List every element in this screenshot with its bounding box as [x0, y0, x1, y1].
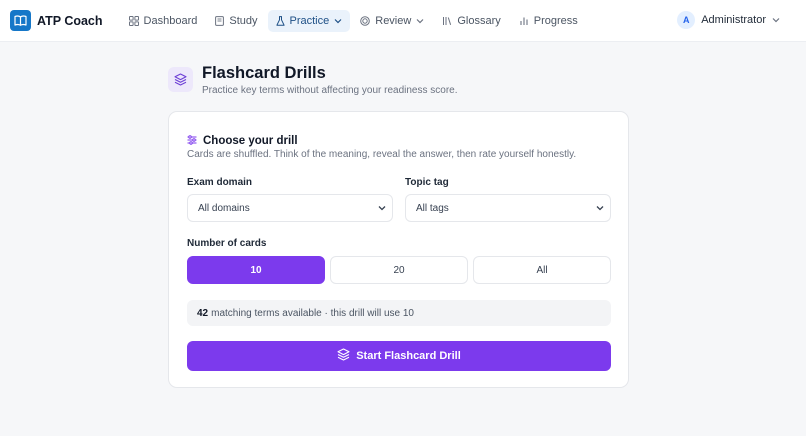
chevron-down-icon [334, 18, 342, 24]
card-title: Choose your drill [203, 135, 298, 147]
card-header: Choose your drill [187, 132, 298, 150]
brand-name: ATP Coach [37, 13, 103, 28]
matching-text: matching terms available · this drill wi… [211, 307, 414, 319]
chevron-down-icon [596, 203, 604, 214]
exam-domain-label: Exam domain [187, 177, 253, 188]
start-drill-button[interactable]: Start Flashcard Drill [187, 341, 611, 371]
start-drill-label: Start Flashcard Drill [356, 350, 461, 362]
nav-item-study[interactable]: Study [207, 10, 265, 32]
matching-count: 42 [197, 307, 209, 319]
user-menu[interactable]: A Administrator [677, 11, 780, 29]
topic-tag-select[interactable]: All tags [405, 194, 611, 222]
page-subtitle: Practice key terms without affecting you… [202, 85, 458, 96]
book-open-icon [10, 10, 31, 31]
chevron-down-icon [378, 203, 386, 214]
grid-icon [128, 15, 139, 26]
drill-card: Choose your drill Cards are shuffled. Th… [168, 111, 629, 388]
count-option-all[interactable]: All [473, 256, 611, 284]
select-value: All domains [198, 202, 250, 214]
nav-label: Progress [533, 14, 578, 27]
nav-item-review[interactable]: Review [352, 10, 432, 32]
card-count-label: Number of cards [187, 238, 267, 249]
sliders-icon [187, 132, 197, 150]
brand[interactable]: ATP Coach [10, 10, 103, 31]
nav-label: Practice [289, 14, 330, 27]
nav-item-progress[interactable]: Progress [511, 10, 586, 32]
top-nav: ATP Coach Dashboard Study Practice Revie… [0, 0, 806, 42]
count-option-10[interactable]: 10 [187, 256, 325, 284]
page-header: Flashcard Drills Practice key terms with… [168, 64, 457, 96]
target-icon [360, 15, 371, 26]
bar-chart-icon [519, 16, 529, 26]
library-icon [442, 16, 452, 26]
avatar: A [677, 11, 696, 29]
card-description: Cards are shuffled. Think of the meaning… [187, 149, 577, 160]
layers-icon [337, 348, 350, 364]
chevron-down-icon [772, 14, 780, 26]
nav-label: Glossary [457, 14, 501, 27]
nav-label: Study [229, 14, 258, 27]
nav-item-practice[interactable]: Practice [267, 9, 351, 32]
user-name: Administrator [701, 14, 766, 26]
layers-icon [168, 67, 193, 92]
nav-label: Dashboard [143, 14, 198, 27]
matching-info: 42 matching terms available · this drill… [187, 300, 611, 326]
flask-icon [275, 15, 285, 26]
topic-tag-label: Topic tag [405, 177, 449, 188]
page-title: Flashcard Drills [202, 64, 326, 82]
nav-label: Review [375, 14, 412, 27]
chevron-down-icon [416, 18, 424, 24]
count-option-20[interactable]: 20 [330, 256, 468, 284]
nav-item-glossary[interactable]: Glossary [434, 10, 508, 32]
exam-domain-select[interactable]: All domains [187, 194, 393, 222]
book-icon [215, 15, 225, 26]
select-value: All tags [416, 202, 449, 214]
nav-item-dashboard[interactable]: Dashboard [121, 10, 206, 32]
